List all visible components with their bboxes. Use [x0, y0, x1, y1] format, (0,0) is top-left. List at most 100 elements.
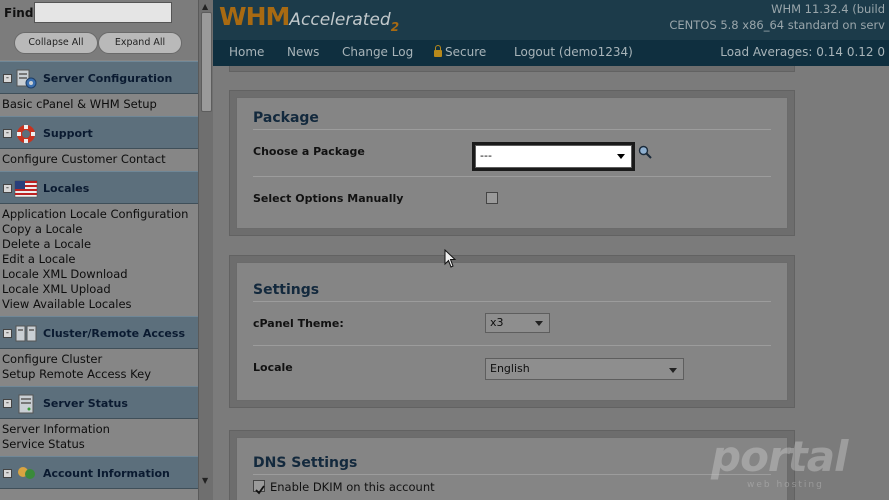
- category-links: Application Locale Configuration Copy a …: [0, 204, 198, 316]
- category-cluster-remote-access[interactable]: - Cluster/Remote Access: [0, 316, 198, 349]
- cpanel-theme-select[interactable]: x3: [485, 313, 550, 333]
- previous-panel: [229, 66, 795, 72]
- scrollbar-thumb[interactable]: [201, 12, 212, 112]
- version-info: WHM 11.32.4 (build: [771, 2, 885, 16]
- nav-secure[interactable]: Secure: [434, 45, 486, 59]
- enable-dkim-label: Enable DKIM on this account: [270, 480, 435, 494]
- category-label: Locales: [43, 182, 90, 195]
- category-label: Account Information: [43, 467, 170, 480]
- watermark-text: portal: [711, 432, 848, 481]
- find-bar: Find Collapse All Expand All: [0, 0, 198, 60]
- collapse-minus-icon[interactable]: -: [3, 129, 12, 138]
- sidebar-tree: - Server Configuration Basic cPanel & WH…: [0, 61, 198, 489]
- collapse-minus-icon[interactable]: -: [3, 469, 12, 478]
- choose-package-label: Choose a Package: [253, 145, 365, 158]
- logo-whm-text: WHM: [219, 2, 290, 31]
- nav-bar: Home News Change Log Secure Logout (demo…: [213, 40, 889, 66]
- server-config-icon: [16, 69, 37, 89]
- category-links: Basic cPanel & WHM Setup: [0, 94, 198, 116]
- dns-settings-title: DNS Settings: [253, 455, 358, 471]
- us-flag-icon: [14, 180, 38, 198]
- checkmark-icon: [255, 485, 265, 495]
- expand-all-button[interactable]: Expand All: [98, 32, 182, 54]
- nav-home[interactable]: Home: [229, 45, 264, 59]
- find-input[interactable]: [34, 2, 172, 23]
- section-divider: [253, 301, 771, 302]
- nav-logout[interactable]: Logout (demo1234): [514, 45, 633, 59]
- cluster-icon: [15, 325, 37, 342]
- whm-logo[interactable]: WHMAccelerated2: [219, 2, 400, 34]
- find-label: Find: [4, 6, 34, 20]
- package-select-value: ---: [480, 149, 492, 162]
- watermark-subtext: web hosting: [747, 480, 824, 490]
- sidebar-link-copy-locale[interactable]: Copy a Locale: [2, 222, 198, 237]
- portal-watermark-logo: portal web hosting: [711, 432, 861, 492]
- category-links: Configure Cluster Setup Remote Access Ke…: [0, 349, 198, 386]
- nav-news[interactable]: News: [287, 45, 319, 59]
- account-info-icon: [18, 467, 35, 479]
- sidebar-link-delete-locale[interactable]: Delete a Locale: [2, 237, 198, 252]
- select-options-manually-checkbox[interactable]: [486, 192, 498, 204]
- top-header: WHMAccelerated2 WHM 11.32.4 (build CENTO…: [213, 0, 889, 40]
- nav-change-log[interactable]: Change Log: [342, 45, 413, 59]
- collapse-all-button[interactable]: Collapse All: [14, 32, 98, 54]
- category-label: Support: [43, 127, 93, 140]
- package-select-highlight: ---: [472, 142, 635, 171]
- sidebar-link-locale-config[interactable]: Application Locale Configuration: [2, 207, 198, 222]
- dns-settings-inner: DNS Settings Enable DKIM on this account: [236, 437, 788, 500]
- collapse-minus-icon[interactable]: -: [3, 74, 12, 83]
- section-divider: [253, 345, 771, 346]
- sidebar-link-xml-upload[interactable]: Locale XML Upload: [2, 282, 198, 297]
- sidebar-link-service-status[interactable]: Service Status: [2, 437, 198, 452]
- category-label: Server Status: [43, 397, 128, 410]
- category-server-status[interactable]: - Server Status: [0, 386, 198, 419]
- category-links: Configure Customer Contact: [0, 149, 198, 171]
- sidebar-link-xml-download[interactable]: Locale XML Download: [2, 267, 198, 282]
- category-label: Cluster/Remote Access: [43, 327, 185, 340]
- sidebar-link-remote-access-key[interactable]: Setup Remote Access Key: [2, 367, 198, 382]
- sidebar-link-basic-setup[interactable]: Basic cPanel & WHM Setup: [2, 97, 198, 112]
- sidebar-link-server-information[interactable]: Server Information: [2, 422, 198, 437]
- scroll-up-arrow-icon[interactable]: ▲: [202, 2, 208, 11]
- category-support[interactable]: - Support: [0, 116, 198, 149]
- os-info: CENTOS 5.8 x86_64 standard on serv: [669, 18, 885, 32]
- cpanel-theme-value: x3: [490, 316, 504, 329]
- scroll-down-arrow-icon[interactable]: ▼: [202, 476, 208, 485]
- category-links: Server Information Service Status: [0, 419, 198, 456]
- lifebuoy-icon: [17, 125, 35, 143]
- locale-label: Locale: [253, 361, 293, 374]
- section-divider: [253, 176, 771, 177]
- category-server-configuration[interactable]: - Server Configuration: [0, 61, 198, 94]
- sidebar-link-edit-locale[interactable]: Edit a Locale: [2, 252, 198, 267]
- locale-select[interactable]: English: [485, 358, 684, 380]
- settings-inner: Settings cPanel Theme: x3 Locale English: [236, 262, 788, 401]
- package-select[interactable]: ---: [475, 145, 632, 168]
- server-status-icon: [18, 394, 34, 414]
- logo-accelerated-text: Accelerated: [289, 10, 391, 30]
- select-options-manually-label: Select Options Manually: [253, 192, 404, 205]
- package-title: Package: [253, 110, 319, 126]
- collapse-minus-icon[interactable]: -: [3, 399, 12, 408]
- dropdown-arrow-icon: [535, 321, 543, 326]
- lock-icon: [434, 45, 442, 57]
- sidebar-scrollbar[interactable]: ▲ ▼: [198, 0, 213, 500]
- magnifier-icon[interactable]: [638, 145, 652, 159]
- category-locales[interactable]: - Locales: [0, 171, 198, 204]
- settings-title: Settings: [253, 282, 320, 298]
- sidebar-link-view-locales[interactable]: View Available Locales: [2, 297, 198, 312]
- dropdown-arrow-icon: [617, 154, 625, 159]
- sidebar-link-configure-cluster[interactable]: Configure Cluster: [2, 352, 198, 367]
- section-divider: [253, 474, 771, 475]
- logo-version-text: 2: [390, 20, 400, 34]
- dropdown-arrow-icon: [669, 368, 677, 373]
- category-label: Server Configuration: [43, 72, 173, 85]
- locale-value: English: [490, 362, 530, 375]
- cpanel-theme-label: cPanel Theme:: [253, 317, 344, 330]
- category-account-information[interactable]: - Account Information: [0, 456, 198, 489]
- collapse-minus-icon[interactable]: -: [3, 184, 12, 193]
- sidebar-link-customer-contact[interactable]: Configure Customer Contact: [2, 152, 198, 167]
- enable-dkim-checkbox[interactable]: [253, 480, 265, 495]
- mouse-cursor-icon: [444, 249, 457, 268]
- section-divider: [253, 129, 771, 130]
- collapse-minus-icon[interactable]: -: [3, 329, 12, 338]
